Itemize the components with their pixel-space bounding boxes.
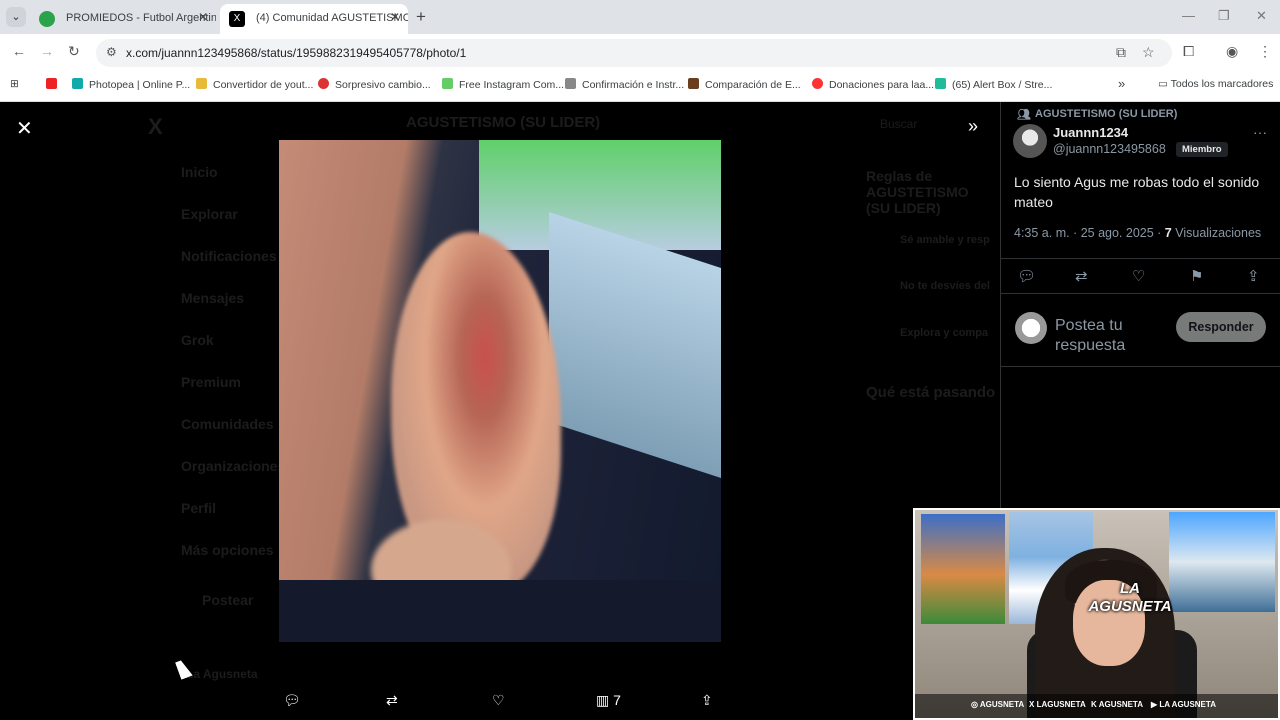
nav-explorar: Explorar bbox=[181, 206, 238, 222]
tab-title: PROMIEDOS - Futbol Argentino bbox=[66, 12, 216, 24]
nav-organizaciones: Organizaciones bbox=[181, 458, 286, 474]
share-icon[interactable]: ⇪ bbox=[701, 692, 713, 709]
nav-mensajes: Mensajes bbox=[181, 290, 245, 306]
tweet-text: Lo siento Agus me robas todo el sonido m… bbox=[1014, 174, 1260, 210]
tweet-meta: 4:35 a. m. · 25 ago. 2025 · 7 Visualizac… bbox=[1014, 226, 1262, 240]
url-text: x.com/juannn123495868/status/19598823194… bbox=[126, 46, 467, 60]
bookmark-donaciones[interactable]: Donaciones para laa... bbox=[812, 78, 934, 91]
x-handle: X LAGUSNETA bbox=[1029, 700, 1086, 709]
repost-icon[interactable]: ⇄ bbox=[386, 692, 398, 709]
apps-grid-icon[interactable]: ⊞ bbox=[10, 78, 19, 90]
rule-item: Sé amable y resp bbox=[900, 234, 990, 246]
like-icon[interactable]: ♡ bbox=[1132, 267, 1145, 285]
more-options-icon[interactable]: ··· bbox=[1253, 124, 1267, 140]
minimize-icon[interactable]: — bbox=[1182, 8, 1195, 23]
reply-icon[interactable]: 💬︎ bbox=[1017, 267, 1036, 285]
divider bbox=[1001, 366, 1280, 367]
tab-search-icon[interactable]: ⌄ bbox=[6, 7, 26, 27]
x-logo-icon: X bbox=[229, 11, 245, 27]
search-label: Buscar bbox=[880, 117, 918, 131]
profile-icon[interactable]: ◉ bbox=[1226, 43, 1238, 60]
reply-input[interactable]: Postea tu respuesta bbox=[1055, 316, 1165, 352]
photo-image bbox=[279, 140, 721, 642]
promiedos-favicon-icon bbox=[39, 11, 55, 27]
bookmark-alert-box[interactable]: (65) Alert Box / Stre... bbox=[935, 78, 1052, 91]
repost-icon[interactable]: ⇄ bbox=[1075, 267, 1088, 285]
x-logo-icon: X bbox=[148, 114, 163, 139]
nav-inicio: Inicio bbox=[181, 164, 218, 180]
nav-notificaciones: Notificaciones bbox=[181, 248, 277, 264]
bookmark-comparacion[interactable]: Comparación de E... bbox=[688, 78, 801, 91]
tab-title: (4) Comunidad AGUSTETISMO ( bbox=[256, 12, 408, 24]
account-name: La Agusneta bbox=[186, 667, 258, 681]
extensions-icon[interactable]: ⧠ bbox=[1183, 43, 1194, 60]
bookmarks-bar: ⊞ Photopea | Online P... Convertidor de … bbox=[0, 72, 1280, 102]
handle[interactable]: @juannn123495868 bbox=[1053, 142, 1166, 156]
more-bookmarks-icon[interactable]: » bbox=[1118, 76, 1125, 91]
tab-promiedos[interactable]: PROMIEDOS - Futbol Argentino ✕ bbox=[30, 4, 216, 34]
bookmark-photopea[interactable]: Photopea | Online P... bbox=[72, 78, 190, 91]
nav-perfil: Perfil bbox=[181, 500, 217, 516]
nav-premium: Premium bbox=[181, 374, 241, 390]
menu-icon[interactable]: ⋮ bbox=[1258, 43, 1272, 60]
new-tab-icon[interactable]: + bbox=[416, 7, 426, 27]
avatar bbox=[1015, 312, 1047, 344]
community-label[interactable]: 👥︎ AGUSTETISMO (SU LIDER) bbox=[1017, 108, 1177, 121]
bookmark-confirmacion[interactable]: Confirmación e Instr... bbox=[565, 78, 684, 91]
close-photo-icon[interactable]: ✕ bbox=[16, 116, 33, 141]
member-badge: Miembro bbox=[1176, 142, 1228, 157]
bookmark-convertidor[interactable]: Convertidor de yout... bbox=[196, 78, 313, 91]
tab-comunidad[interactable]: X (4) Comunidad AGUSTETISMO ( ✕ bbox=[220, 4, 408, 34]
views-stat[interactable]: ▥ 7 bbox=[596, 692, 621, 709]
close-tab-icon[interactable]: ✕ bbox=[198, 10, 208, 24]
share-icon[interactable]: ⇪ bbox=[1247, 267, 1260, 285]
bookmark-free-instagram[interactable]: Free Instagram Com... bbox=[442, 78, 564, 91]
restore-icon[interactable]: ❐ bbox=[1218, 8, 1230, 24]
like-icon[interactable]: ♡ bbox=[492, 692, 505, 709]
all-bookmarks[interactable]: ▭ Todos los marcadores bbox=[1158, 78, 1273, 90]
instagram-handle: ◎ AGUSNETA bbox=[971, 700, 1025, 709]
close-window-icon[interactable]: ✕ bbox=[1256, 8, 1267, 24]
reply-icon[interactable]: 💬︎ bbox=[283, 692, 301, 709]
views-count: 7 bbox=[613, 692, 621, 708]
kick-handle: K AGUSNETA bbox=[1091, 700, 1143, 709]
nav-mas-opciones: Más opciones bbox=[181, 542, 274, 558]
site-info-icon[interactable]: ⚙ bbox=[106, 45, 117, 59]
rule-item: No te desvíes del bbox=[900, 280, 990, 292]
display-name[interactable]: Juannn1234 bbox=[1053, 125, 1128, 140]
nav-comunidades: Comunidades bbox=[181, 416, 274, 432]
reply-button[interactable]: Responder bbox=[1176, 312, 1266, 342]
browser-chrome: ⌄ PROMIEDOS - Futbol Argentino ✕ X (4) C… bbox=[0, 0, 1280, 102]
bookmark-sorpresivo[interactable]: Sorpresivo cambio... bbox=[318, 78, 431, 91]
views-icon: ▥ bbox=[596, 692, 610, 708]
youtube-icon[interactable] bbox=[46, 78, 63, 91]
rules-title: Reglas de AGUSTETISMO (SU LIDER) bbox=[866, 168, 969, 216]
channel-logo: LA AGUSNETA bbox=[1088, 580, 1172, 615]
tweet-actions: 💬︎ ⇄ ♡ ⚑ ⇪ bbox=[1001, 258, 1280, 294]
nav-grok: Grok bbox=[181, 332, 214, 348]
reload-icon[interactable]: ↻ bbox=[68, 43, 80, 60]
address-bar[interactable]: ⚙ x.com/juannn123495868/status/195988231… bbox=[96, 39, 1172, 67]
forward-icon[interactable]: → bbox=[40, 43, 54, 59]
avatar[interactable] bbox=[1013, 124, 1047, 158]
back-icon[interactable]: ← bbox=[12, 43, 26, 59]
tab-strip: ⌄ PROMIEDOS - Futbol Argentino ✕ X (4) C… bbox=[0, 0, 1280, 34]
bookmark-star-icon[interactable]: ☆ bbox=[1142, 44, 1155, 61]
rule-item: Explora y compa bbox=[900, 327, 989, 339]
community-header: AGUSTETISMO (SU LIDER) bbox=[406, 114, 601, 131]
trending-title: Qué está pasando bbox=[866, 384, 996, 401]
navigation-bar: ← → ↻ ⚙ x.com/juannn123495868/status/195… bbox=[0, 34, 1280, 72]
collapse-panel-icon[interactable]: » bbox=[968, 116, 978, 137]
close-tab-icon[interactable]: ✕ bbox=[390, 10, 400, 24]
x-photo-viewer: X Inicio Explorar Notificaciones Mensaje… bbox=[0, 102, 1280, 720]
mouse-cursor bbox=[175, 658, 193, 680]
community-icon: 👥︎ bbox=[1017, 109, 1031, 121]
bookmark-icon[interactable]: ⚑ bbox=[1190, 267, 1203, 285]
youtube-handle: ▶ LA AGUSNETA bbox=[1151, 700, 1216, 709]
install-app-icon[interactable]: ⧉ bbox=[1116, 44, 1126, 61]
post-button: Postear bbox=[202, 592, 254, 608]
